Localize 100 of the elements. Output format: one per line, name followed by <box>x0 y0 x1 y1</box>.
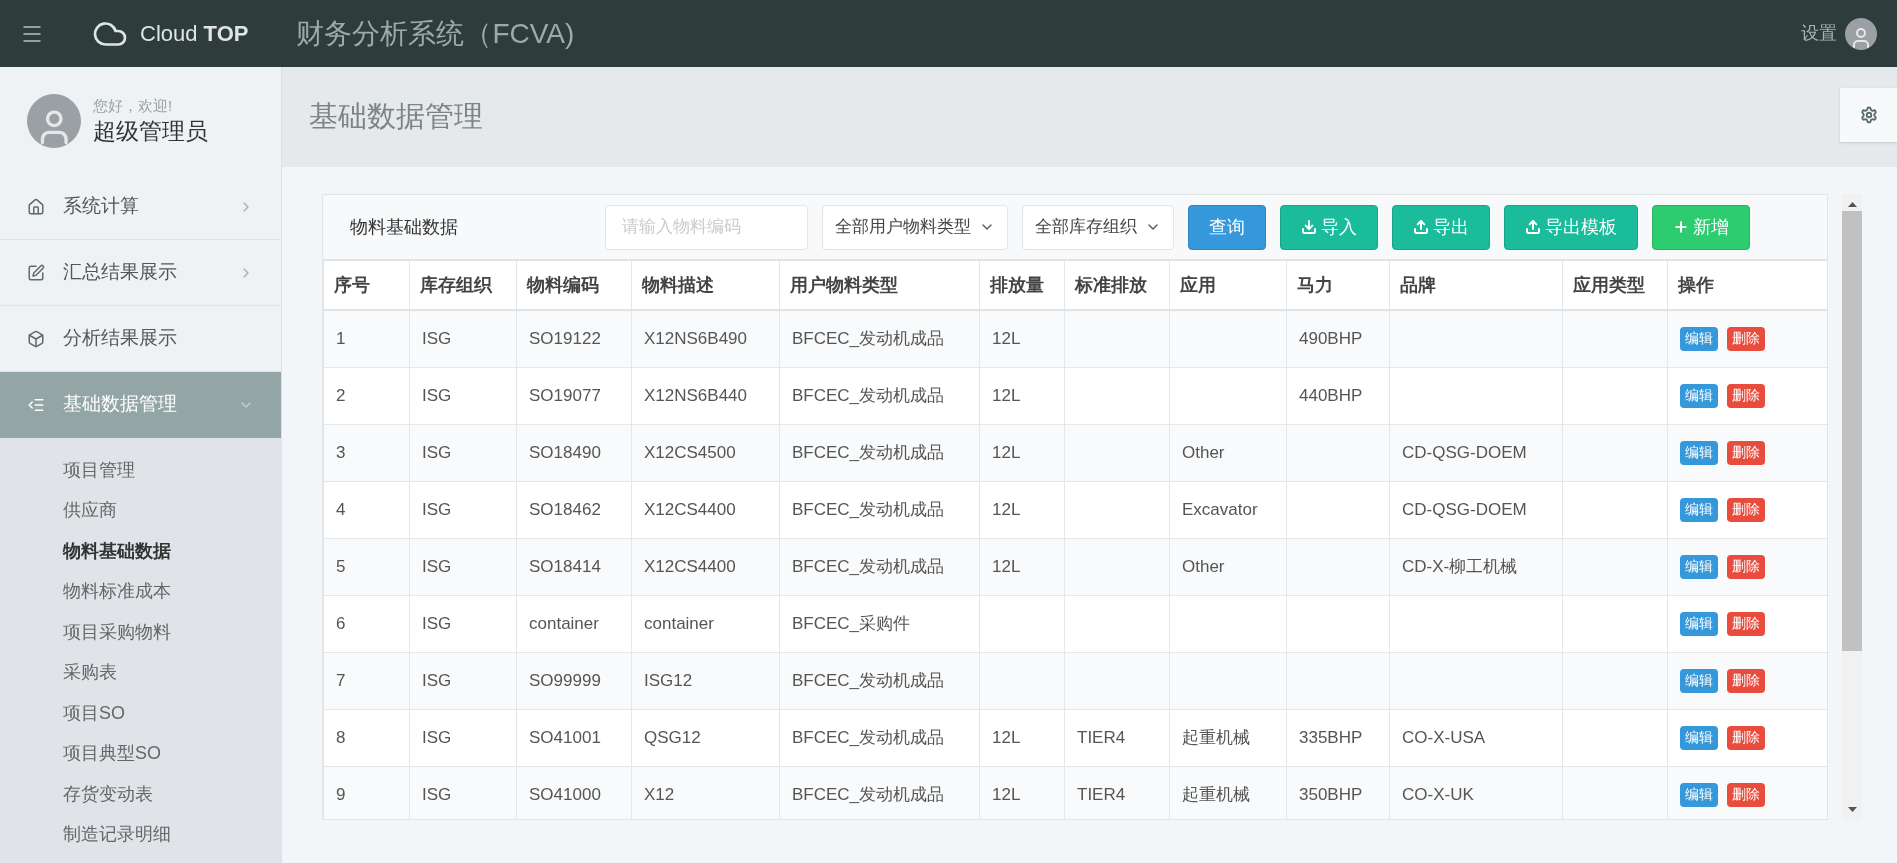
column-header: 用户物料类型 <box>779 260 980 310</box>
table-cell: 490BHP <box>1299 329 1363 348</box>
sidebar-item[interactable]: 系统计算 <box>0 174 281 240</box>
table-cell: SO99999 <box>529 670 601 690</box>
table-cell: container <box>644 613 714 633</box>
table-cell: 2 <box>336 385 346 405</box>
column-header: 物料描述 <box>631 260 780 310</box>
toolbar-button[interactable]: 新增 <box>1652 204 1750 250</box>
table-cell: X12 <box>644 784 675 804</box>
table-cell: Other <box>1182 556 1225 576</box>
edit-button[interactable]: 编辑 <box>1680 782 1718 807</box>
sidebar-item[interactable]: 基础数据管理 <box>0 372 281 438</box>
table-cell: ISG <box>422 499 452 519</box>
edit-button[interactable]: 编辑 <box>1680 554 1718 579</box>
table-cell: CD-X-柳工机械 <box>1402 556 1518 576</box>
table-cell: 12L <box>992 385 1021 405</box>
edit-button[interactable]: 编辑 <box>1680 440 1718 465</box>
scrollbar[interactable] <box>1842 194 1862 820</box>
submenu-item[interactable]: 制造记录明细 <box>0 814 281 855</box>
column-header: 排放量 <box>979 260 1065 310</box>
edit-button[interactable]: 编辑 <box>1680 725 1718 750</box>
edit-button[interactable]: 编辑 <box>1680 326 1718 351</box>
settings-button[interactable] <box>1840 88 1897 142</box>
upload-icon <box>1525 219 1541 235</box>
column-header: 操作 <box>1667 260 1827 310</box>
table-cell: 12L <box>992 329 1021 348</box>
table-cell: ISG <box>422 385 452 405</box>
delete-button[interactable]: 删除 <box>1727 611 1765 636</box>
table-cell: 12L <box>992 556 1021 576</box>
table-cell: 4 <box>336 499 346 519</box>
delete-button[interactable]: 删除 <box>1727 725 1765 750</box>
table-cell: BFCEC_发动机成品 <box>792 329 945 348</box>
delete-button[interactable]: 删除 <box>1727 782 1765 807</box>
submenu-item[interactable]: 物料基础数据 <box>0 531 281 572</box>
table-cell: CD-QSG-DOEM <box>1402 499 1527 519</box>
submenu-item[interactable]: 项目采购物料 <box>0 612 281 653</box>
table-cell: X12NS6B490 <box>644 329 748 348</box>
submenu-item[interactable]: 项目管理 <box>0 450 281 491</box>
table-cell: SO41000 <box>529 784 601 804</box>
submenu-item[interactable]: 供应商 <box>0 490 281 531</box>
toolbar-button[interactable]: 导入 <box>1280 204 1378 250</box>
table-cell: BFCEC_发动机成品 <box>792 499 945 519</box>
table-cell: BFCEC_发动机成品 <box>792 670 945 690</box>
table-cell: ISG12 <box>644 670 693 690</box>
column-header: 品牌 <box>1389 260 1563 310</box>
edit-button[interactable]: 编辑 <box>1680 497 1718 522</box>
table-cell: QSG12 <box>644 727 701 747</box>
table-cell: 335BHP <box>1299 727 1363 747</box>
table-cell: ISG <box>422 784 452 804</box>
table-cell: 7 <box>336 670 346 690</box>
table-cell: SO18462 <box>529 499 601 519</box>
table-cell: SO18490 <box>529 442 601 462</box>
column-header: 应用 <box>1169 260 1287 310</box>
delete-button[interactable]: 删除 <box>1727 383 1765 408</box>
edit-button[interactable]: 编辑 <box>1680 383 1718 408</box>
table-cell: 12L <box>992 784 1021 804</box>
table-cell: TIER4 <box>1077 727 1126 747</box>
column-header: 库存组织 <box>409 260 517 310</box>
table-cell: 1 <box>336 329 346 348</box>
table-cell: ISG <box>422 442 452 462</box>
toolbar-button[interactable]: 导出 <box>1392 204 1490 250</box>
table-cell: 起重机械 <box>1182 784 1250 804</box>
scroll-up-icon[interactable] <box>1847 202 1857 207</box>
delete-button[interactable]: 删除 <box>1727 668 1765 693</box>
filter-dropdown[interactable]: 全部库存组织 <box>1022 204 1174 250</box>
sidebar-item[interactable]: 汇总结果展示 <box>0 240 281 306</box>
submenu-item[interactable]: 项目SO <box>0 693 281 734</box>
table-cell: SO19077 <box>529 385 601 405</box>
settings-link[interactable]: 设置 <box>1801 20 1837 47</box>
avatar-placeholder <box>27 93 81 148</box>
table-cell: BFCEC_发动机成品 <box>792 784 945 804</box>
scroll-down-icon[interactable] <box>1847 807 1857 812</box>
toolbar-button[interactable]: 导出模板 <box>1504 204 1638 250</box>
edit-button[interactable]: 编辑 <box>1680 668 1718 693</box>
filter-dropdown[interactable]: 全部用户物料类型 <box>822 204 1008 250</box>
table-cell: BFCEC_发动机成品 <box>792 385 945 405</box>
submenu-item[interactable]: 项目典型SO <box>0 733 281 774</box>
table-cell: X12CS4400 <box>644 556 736 576</box>
table-cell: BFCEC_发动机成品 <box>792 442 945 462</box>
delete-button[interactable]: 删除 <box>1727 497 1765 522</box>
table-cell: 350BHP <box>1299 784 1363 804</box>
submenu-item[interactable]: 采购表 <box>0 652 281 693</box>
column-header: 物料编码 <box>516 260 632 310</box>
settings-icon <box>1859 106 1878 124</box>
toolbar-button[interactable]: 查询 <box>1188 204 1266 250</box>
table-cell: 6 <box>336 613 346 633</box>
delete-button[interactable]: 删除 <box>1727 440 1765 465</box>
table-cell: BFCEC_采购件 <box>792 613 911 633</box>
edit-button[interactable]: 编辑 <box>1680 611 1718 636</box>
submenu-item[interactable]: 存货变动表 <box>0 774 281 815</box>
table-cell: X12NS6B440 <box>644 385 748 405</box>
delete-button[interactable]: 删除 <box>1727 326 1765 351</box>
plus-icon <box>1673 219 1689 235</box>
delete-button[interactable]: 删除 <box>1727 554 1765 579</box>
submenu-item[interactable]: 物料标准成本 <box>0 571 281 612</box>
upload-icon <box>1413 219 1429 235</box>
table-cell: TIER4 <box>1077 784 1126 804</box>
table-cell: Other <box>1182 442 1225 462</box>
table-cell: X12CS4400 <box>644 499 736 519</box>
table-cell: 440BHP <box>1299 385 1363 405</box>
